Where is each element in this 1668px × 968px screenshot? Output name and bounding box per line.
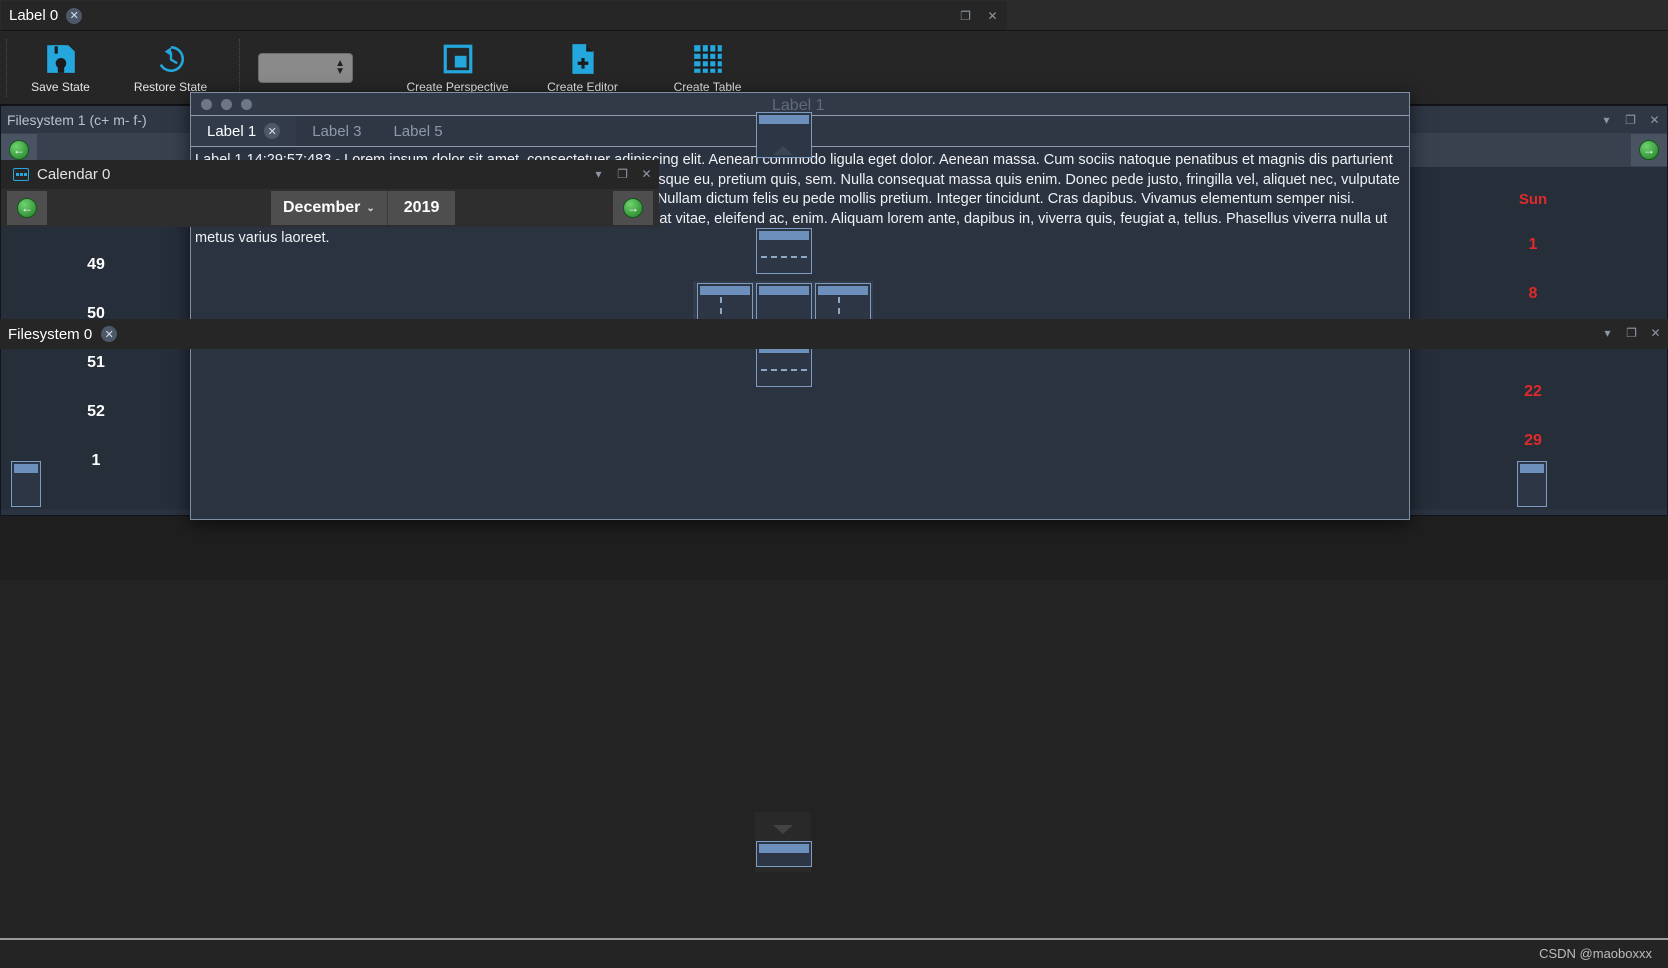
tab-label: Label 5: [393, 123, 442, 140]
tab-label: Label 3: [312, 123, 361, 140]
calendar0-month-year-selector: December ⌄ 2019: [271, 191, 455, 225]
float-close-button[interactable]: [201, 99, 212, 110]
float-panel-icon[interactable]: ❐: [1623, 325, 1640, 340]
create-table-icon: [691, 42, 725, 76]
calendar0-next-button[interactable]: →: [613, 191, 653, 225]
chevron-down-icon[interactable]: ▾: [1599, 325, 1616, 340]
dock-arrow-down-icon: [773, 825, 793, 834]
tab-label-1[interactable]: Label 1 ✕: [191, 116, 296, 146]
right-nav-toolbar: →: [1399, 133, 1667, 167]
sunday-date-cell[interactable]: 22: [1399, 367, 1667, 416]
restore-clock-icon: [154, 42, 188, 76]
create-perspective-button[interactable]: Create Perspective: [395, 35, 520, 101]
save-state-button[interactable]: Save State: [13, 35, 108, 101]
dock-indicator-left[interactable]: [11, 461, 41, 507]
close-tab-icon[interactable]: ✕: [101, 326, 117, 342]
dock-indicator-cap: [1520, 464, 1544, 473]
right-panel-titlebar: ▾ ❐ ✕: [1399, 106, 1667, 133]
application-root: MainWindow Save State Restore State: [0, 0, 1668, 968]
calendar-icon: [13, 168, 29, 181]
tab-label: Label 0: [9, 7, 58, 24]
arrow-right-green-icon: →: [1639, 140, 1659, 160]
create-table-button[interactable]: Create Table: [645, 35, 770, 101]
perspective-icon: [441, 42, 475, 76]
filesystem1-title: Filesystem 1 (c+ m- f-): [7, 112, 147, 128]
toolbar-separator-2: [239, 39, 240, 97]
arrow-left-green-icon: ←: [9, 140, 29, 160]
floating-dock-window: Label 1 ✕ Label 3 Label 5 Label 1 14:29:…: [190, 92, 1410, 520]
tab-label: Label 1: [207, 123, 256, 140]
filesystem0-panel-controls: ▾ ❐ ✕: [1599, 319, 1664, 346]
dock-indicator-bottom[interactable]: [756, 841, 812, 867]
close-icon[interactable]: ✕: [1647, 325, 1664, 340]
calendar0-nav-toolbar: ← December ⌄ 2019 →: [1, 189, 659, 227]
week-number[interactable]: 52: [1, 387, 191, 436]
sunday-header: Sun: [1399, 180, 1667, 220]
float-minimize-button[interactable]: [221, 99, 232, 110]
perspective-spinbox[interactable]: ▲▼: [258, 53, 353, 83]
toolbar-separator: [6, 39, 7, 97]
month-label: December: [283, 199, 360, 217]
watermark-text: CSDN @maoboxxx: [1539, 946, 1652, 961]
float-panel-icon[interactable]: ❐: [1622, 112, 1639, 127]
year-label: 2019: [404, 199, 440, 217]
month-dropdown[interactable]: December ⌄: [271, 191, 387, 225]
create-editor-button[interactable]: Create Editor: [520, 35, 645, 101]
tab-label: Filesystem 0: [8, 326, 92, 343]
arrow-right-green-icon: →: [623, 198, 643, 218]
sunday-date-cell[interactable]: 8: [1399, 269, 1667, 318]
spinbox-arrows-icon: ▲▼: [335, 60, 345, 76]
sunday-date-cell[interactable]: 1: [1399, 220, 1667, 269]
floating-window-tabbar: Label 1 ✕ Label 3 Label 5: [191, 115, 1409, 147]
calendar0-prev-button[interactable]: ←: [7, 191, 47, 225]
dock-indicator-cap: [759, 844, 809, 853]
floating-window-titlebar: [191, 93, 1409, 115]
calendar0-panel-controls: ▾ ❐ ✕: [590, 160, 655, 187]
arrow-left-green-icon: ←: [17, 198, 37, 218]
float-maximize-button[interactable]: [241, 99, 252, 110]
save-icon: [44, 42, 78, 76]
label0-tabbar: Label 0 ✕ ❐ ✕: [1, 1, 1007, 30]
year-selector[interactable]: 2019: [387, 191, 456, 225]
tab-label-3[interactable]: Label 3: [296, 116, 377, 146]
right-panel-controls: ▾ ❐ ✕: [1598, 106, 1663, 133]
filesystem0-tabbar: Filesystem 0 ✕ ▾ ❐ ✕: [0, 319, 1668, 349]
sunday-date-cell[interactable]: 29: [1399, 416, 1667, 465]
tab-label-5[interactable]: Label 5: [377, 116, 458, 146]
restore-state-button[interactable]: Restore State: [108, 35, 233, 101]
close-icon[interactable]: ✕: [1646, 112, 1663, 127]
calendar0-title: Calendar 0: [37, 166, 110, 183]
tab-filesystem-0[interactable]: Filesystem 0 ✕: [8, 326, 117, 343]
status-bar: [0, 938, 1668, 968]
save-state-label: Save State: [31, 80, 90, 94]
create-editor-icon: [566, 42, 600, 76]
close-icon[interactable]: ✕: [638, 166, 655, 181]
chevron-down-icon: ⌄: [366, 203, 374, 214]
float-panel-icon[interactable]: ❐: [614, 166, 631, 181]
label0-panel-controls: ❐ ✕: [957, 1, 1001, 30]
close-tab-icon[interactable]: ✕: [264, 123, 280, 139]
close-icon[interactable]: ✕: [984, 8, 1001, 23]
calendar-next-button[interactable]: →: [1631, 134, 1667, 166]
close-tab-icon[interactable]: ✕: [66, 8, 82, 24]
calendar0-titlebar: Calendar 0 ▾ ❐ ✕: [1, 160, 659, 189]
chevron-down-icon[interactable]: ▾: [1598, 112, 1615, 127]
calendar-right-strip-panel: ▾ ❐ ✕ → Sun 1 8 15 22 29 5: [1398, 105, 1668, 516]
week-number[interactable]: 49: [1, 240, 191, 289]
dock-indicator-cap: [14, 464, 38, 473]
chevron-down-icon[interactable]: ▾: [590, 166, 607, 181]
dock-indicator-right[interactable]: [1517, 461, 1547, 507]
tab-label-0[interactable]: Label 0 ✕: [9, 7, 82, 24]
float-panel-icon[interactable]: ❐: [957, 8, 974, 23]
filesystem1-titlebar: Filesystem 1 (c+ m- f-): [1, 106, 191, 133]
